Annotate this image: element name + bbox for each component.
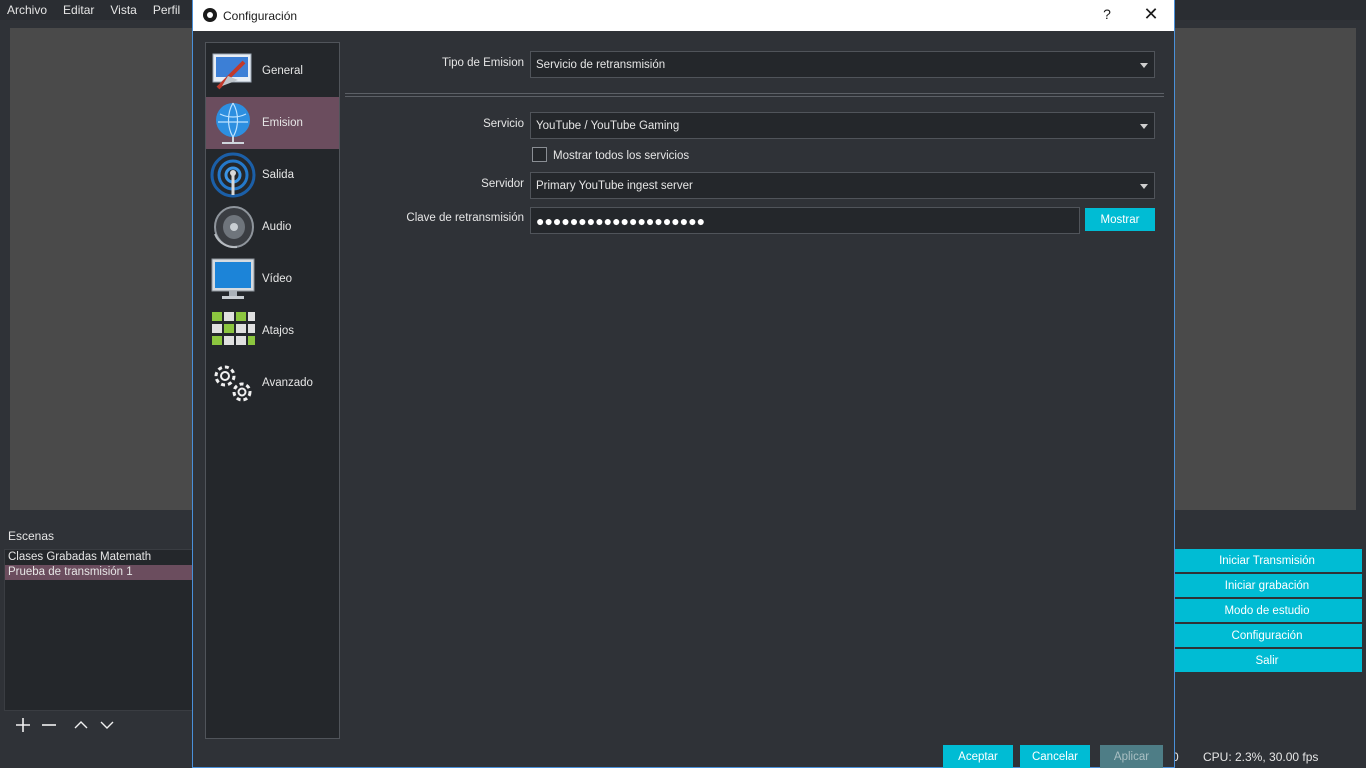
dialog-titlebar[interactable]: Configuración ? ✕ [193,0,1174,31]
studio-mode-button[interactable]: Modo de estudio [1172,599,1362,622]
globe-network-icon [216,102,250,144]
sidebar-item-avanzado[interactable]: Avanzado [206,357,339,409]
sidebar-item-label: Vídeo [262,273,293,285]
apply-button[interactable]: Aplicar [1100,745,1163,768]
show-key-button[interactable]: Mostrar [1085,208,1155,231]
controls-dock: Iniciar Transmisión Iniciar grabación Mo… [1172,549,1362,674]
service-label: Servicio [483,118,524,130]
sidebar-item-atajos[interactable]: Atajos [206,305,339,357]
plus-icon[interactable] [10,714,36,736]
cpu-status: CPU: 2.3%, 30.00 fps [1203,750,1319,764]
service-value: YouTube / YouTube Gaming [536,119,680,132]
chevron-down-icon[interactable] [94,714,120,736]
scene-item[interactable]: Clases Grabadas Matemath [5,550,195,565]
keyboard-icon [212,312,255,345]
sidebar-item-salida[interactable]: Salida [206,149,339,201]
scenes-list: Clases Grabadas Matemath Prueba de trans… [4,549,196,711]
sidebar-item-label: Avanzado [262,377,313,389]
sidebar-item-label: Salida [262,169,294,181]
stream-key-input[interactable]: ●●●●●●●●●●●●●●●●●●●● [530,207,1080,234]
menu-archivo[interactable]: Archivo [7,3,47,17]
sidebar-item-label: General [262,65,303,77]
settings-button[interactable]: Configuración [1172,624,1362,647]
minus-icon[interactable] [36,714,62,736]
gears-icon [214,365,252,402]
menu-editar[interactable]: Editar [63,3,94,17]
sidebar-item-emision[interactable]: Emision [206,97,339,149]
dropdown-arrow-icon [1140,124,1148,129]
obs-logo-icon [203,8,217,22]
settings-dialog: Configuración ? ✕ General Emision Salida… [192,0,1175,768]
server-value: Primary YouTube ingest server [536,179,693,192]
service-select[interactable]: YouTube / YouTube Gaming [530,112,1155,139]
menu-perfil[interactable]: Perfil [153,3,180,17]
settings-sidebar: General Emision Salida Audio Vídeo Atajo… [205,42,340,739]
sidebar-item-label: Emision [262,117,303,129]
help-button[interactable]: ? [1097,6,1117,26]
sidebar-item-audio[interactable]: Audio [206,201,339,253]
exit-button[interactable]: Salir [1172,649,1362,672]
close-button[interactable]: ✕ [1139,4,1163,26]
sidebar-item-label: Atajos [262,325,294,337]
accept-button[interactable]: Aceptar [943,745,1013,768]
server-select[interactable]: Primary YouTube ingest server [530,172,1155,199]
scene-item-selected[interactable]: Prueba de transmisión 1 [5,565,195,580]
show-all-services-label[interactable]: Mostrar todos los servicios [553,150,689,162]
show-all-services-checkbox[interactable] [532,147,547,162]
monitor-icon [211,258,255,299]
dialog-title: Configuración [223,9,298,23]
stream-type-label: Tipo de Emision [441,57,524,69]
start-recording-button[interactable]: Iniciar grabación [1172,574,1362,597]
start-streaming-button[interactable]: Iniciar Transmisión [1172,549,1362,572]
sidebar-item-label: Audio [262,221,292,233]
antenna-signal-icon [210,152,256,198]
speaker-icon [214,206,254,249]
scenes-dock-title: Escenas [8,529,55,543]
sidebar-item-general[interactable]: General [206,45,339,97]
stream-type-value: Servicio de retransmisión [536,58,666,71]
menu-vista[interactable]: Vista [110,3,136,17]
form-separator [345,93,1164,97]
server-label: Servidor [481,178,524,190]
dropdown-arrow-icon [1140,184,1148,189]
scenes-toolbar [4,712,196,737]
chevron-up-icon[interactable] [68,714,94,736]
sidebar-item-video[interactable]: Vídeo [206,253,339,305]
dropdown-arrow-icon [1140,63,1148,68]
stream-key-label: Clave de retransmisión [406,212,524,224]
stream-type-select[interactable]: Servicio de retransmisión [530,51,1155,78]
cancel-button[interactable]: Cancelar [1020,745,1090,768]
general-settings-icon [212,53,252,90]
